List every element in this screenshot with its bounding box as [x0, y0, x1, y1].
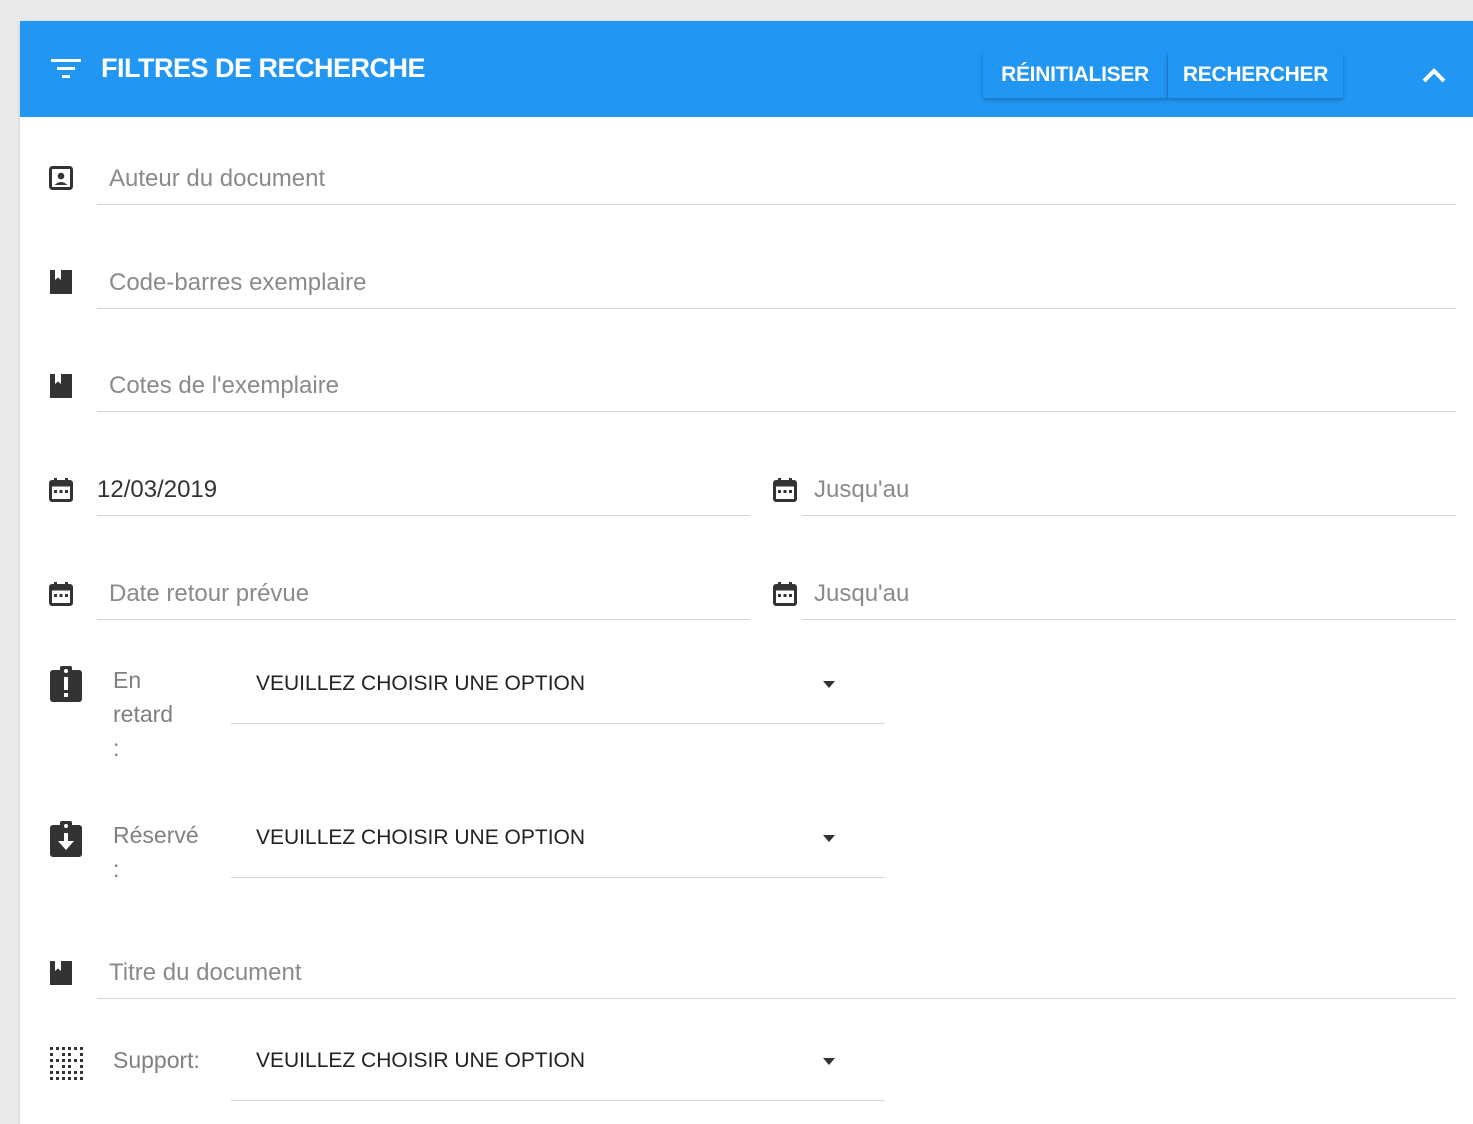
- chevron-up-icon[interactable]: [1420, 65, 1448, 87]
- title-field[interactable]: [97, 948, 1456, 999]
- late-label-line-1: En: [113, 667, 142, 693]
- dropdown-arrow-icon: [823, 681, 835, 688]
- late-label-line-2: retard: [113, 701, 174, 727]
- shelfmark-input[interactable]: [97, 361, 1456, 411]
- date-to-input[interactable]: [802, 465, 1456, 515]
- support-label: Support:: [113, 1047, 200, 1073]
- grid-dots-icon: [50, 1047, 83, 1080]
- filters-header: FILTRES DE RECHERCHE RÉINITIALISER RECHE…: [20, 21, 1473, 117]
- late-selected-value: VEUILLEZ CHOISIR UNE OPTION: [256, 672, 586, 695]
- reserved-select[interactable]: VEUILLEZ CHOISIR UNE OPTION: [231, 801, 885, 878]
- filters-title: FILTRES DE RECHERCHE: [101, 53, 426, 83]
- book-icon: [50, 374, 72, 398]
- book-icon: [50, 961, 72, 985]
- author-input[interactable]: [97, 154, 1456, 204]
- calendar-icon[interactable]: [773, 582, 797, 606]
- date-from-input[interactable]: [97, 465, 750, 515]
- contact-icon: [49, 166, 73, 190]
- late-label-line-3: :: [113, 735, 120, 761]
- dropdown-arrow-icon: [823, 835, 835, 842]
- support-select[interactable]: VEUILLEZ CHOISIR UNE OPTION: [231, 1024, 885, 1101]
- barcode-field[interactable]: [97, 258, 1456, 309]
- date-to-field[interactable]: [802, 465, 1456, 516]
- author-field[interactable]: [97, 154, 1456, 205]
- reserved-selected-value: VEUILLEZ CHOISIR UNE OPTION: [256, 826, 586, 849]
- return-to-field[interactable]: [802, 569, 1456, 620]
- date-from-field[interactable]: [97, 465, 750, 516]
- return-to-input[interactable]: [802, 569, 1456, 619]
- barcode-input[interactable]: [97, 258, 1456, 308]
- reserved-label-line-1: Réservé: [113, 822, 199, 848]
- return-from-input[interactable]: [97, 569, 750, 619]
- calendar-icon[interactable]: [773, 478, 797, 502]
- title-input[interactable]: [97, 948, 1456, 998]
- late-select[interactable]: VEUILLEZ CHOISIR UNE OPTION: [231, 647, 885, 724]
- search-filters-panel: FILTRES DE RECHERCHE RÉINITIALISER RECHE…: [20, 21, 1473, 1124]
- support-selected-value: VEUILLEZ CHOISIR UNE OPTION: [256, 1049, 586, 1072]
- book-icon: [50, 270, 72, 294]
- calendar-icon[interactable]: [49, 582, 73, 606]
- return-from-field[interactable]: [97, 569, 750, 620]
- reserved-label-line-2: :: [113, 856, 120, 882]
- shelfmark-field[interactable]: [97, 361, 1456, 412]
- reset-button[interactable]: RÉINITIALISER: [983, 52, 1167, 98]
- filter-icon: [51, 59, 81, 78]
- dropdown-arrow-icon: [823, 1058, 835, 1065]
- calendar-icon[interactable]: [49, 478, 73, 502]
- clipboard-alert-icon: [50, 666, 82, 702]
- clipboard-arrow-down-icon: [50, 821, 82, 857]
- search-button[interactable]: RECHERCHER: [1168, 52, 1343, 98]
